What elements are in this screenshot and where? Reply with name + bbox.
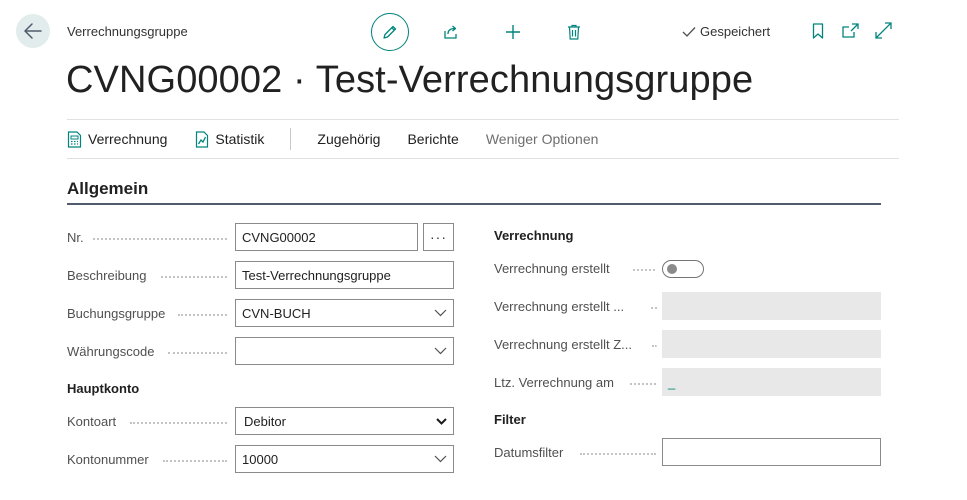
action-berichte-label: Berichte <box>407 131 459 147</box>
expand-button[interactable] <box>874 21 893 40</box>
field-label-waehrungscode: Währungscode <box>67 344 155 359</box>
label-leader-dots <box>93 238 227 240</box>
chevron-down-icon[interactable] <box>433 309 447 317</box>
beschreibung-value: Test-Verrechnungsgruppe <box>242 267 391 283</box>
kontoart-select[interactable]: Debitor <box>235 407 454 435</box>
label-leader-dots <box>161 276 227 278</box>
bookmark-icon <box>812 22 823 39</box>
verrechnung-erstellt-toggle[interactable] <box>662 260 704 278</box>
verrechnung-erstellt-zeit-field <box>662 330 881 358</box>
back-button[interactable] <box>16 14 50 48</box>
action-statistik-label: Statistik <box>215 131 265 147</box>
field-label-beschreibung: Beschreibung <box>67 268 147 283</box>
datumsfilter-input[interactable] <box>662 438 881 466</box>
field-label-nr: Nr. <box>67 230 84 245</box>
record-toolbar <box>371 12 593 52</box>
nr-input[interactable]: CVNG00002 <box>235 223 418 251</box>
section-title-allgemein[interactable]: Allgemein <box>67 179 148 199</box>
calculator-document-icon <box>67 130 82 148</box>
edit-button[interactable] <box>371 13 409 51</box>
action-verrechnung[interactable]: Verrechnung <box>67 130 168 148</box>
breadcrumb: Verrechnungsgruppe <box>67 24 188 39</box>
field-label-verrechnung-erstellt-am: Verrechnung erstellt ... <box>494 299 625 314</box>
field-label-kontoart: Kontoart <box>67 414 117 429</box>
kontonummer-value: 10000 <box>242 451 279 467</box>
label-leader-dots <box>130 422 227 424</box>
field-label-buchungsgruppe: Buchungsgruppe <box>67 306 166 321</box>
ltz-verrechnung-am-field: _ <box>662 368 881 396</box>
chevron-down-icon[interactable] <box>433 347 447 355</box>
field-label-ltz-verrechnung-am: Ltz. Verrechnung am <box>494 375 614 390</box>
trash-icon <box>568 24 580 40</box>
label-leader-dots <box>168 352 227 354</box>
kontoart-value: Debitor <box>244 413 286 429</box>
field-label-kontonummer: Kontonummer <box>67 452 149 467</box>
action-weniger-optionen-label: Weniger Optionen <box>485 131 599 147</box>
verrechnung-erstellt-am-field <box>662 292 881 320</box>
saved-status: Gespeichert <box>682 24 770 39</box>
subheading-hauptkonto: Hauptkonto <box>67 381 140 396</box>
arrow-left-icon <box>24 23 42 39</box>
chart-document-icon <box>196 130 209 148</box>
kontonummer-lookup[interactable]: 10000 <box>235 445 454 473</box>
action-berichte[interactable]: Berichte <box>407 131 458 147</box>
label-leader-dots <box>652 345 657 347</box>
plus-icon <box>506 25 520 39</box>
label-leader-dots <box>633 269 655 271</box>
label-leader-dots <box>630 383 656 385</box>
label-leader-dots <box>651 307 657 309</box>
beschreibung-input[interactable]: Test-Verrechnungsgruppe <box>235 261 454 289</box>
action-bar: Verrechnung Statistik Zugehörig Berichte… <box>67 119 899 159</box>
bookmark-button[interactable] <box>808 21 827 40</box>
action-verrechnung-label: Verrechnung <box>88 131 168 147</box>
chevron-down-icon[interactable] <box>433 417 447 425</box>
label-leader-dots <box>163 460 227 462</box>
open-new-window-button[interactable] <box>841 21 860 40</box>
pencil-icon <box>383 25 397 39</box>
saved-status-label: Gespeichert <box>700 24 771 39</box>
page-title: CVNG00002 · Test-Verrechnungsgruppe <box>66 59 754 101</box>
open-in-new-window-icon <box>842 23 859 38</box>
subheading-verrechnung: Verrechnung <box>494 228 574 243</box>
action-zugehoerig[interactable]: Zugehörig <box>317 131 380 147</box>
check-icon <box>682 26 696 37</box>
share-icon <box>444 25 457 39</box>
action-weniger-optionen[interactable]: Weniger Optionen <box>486 131 599 147</box>
label-leader-dots <box>580 453 656 455</box>
action-separator <box>290 128 292 150</box>
buchungsgruppe-value: CVN-BUCH <box>242 305 311 321</box>
expand-icon <box>875 22 892 39</box>
label-leader-dots <box>178 314 227 316</box>
action-zugehoerig-label: Zugehörig <box>317 131 381 147</box>
nr-value: CVNG00002 <box>242 229 316 245</box>
new-button[interactable] <box>494 13 532 51</box>
field-label-verrechnung-erstellt: Verrechnung erstellt <box>494 261 610 276</box>
section-divider <box>67 203 881 205</box>
action-statistik[interactable]: Statistik <box>195 130 265 148</box>
subheading-filter: Filter <box>494 412 526 427</box>
toggle-knob <box>667 264 677 274</box>
chevron-down-icon[interactable] <box>433 455 447 463</box>
nr-assist-button[interactable]: ··· <box>423 223 454 251</box>
buchungsgruppe-lookup[interactable]: CVN-BUCH <box>235 299 454 327</box>
share-button[interactable] <box>432 13 470 51</box>
page-actions <box>808 21 893 40</box>
field-label-verrechnung-erstellt-zeit: Verrechnung erstellt Z... <box>494 337 633 352</box>
waehrungscode-lookup[interactable] <box>235 337 454 365</box>
delete-button[interactable] <box>555 13 593 51</box>
field-label-datumsfilter: Datumsfilter <box>494 445 564 460</box>
